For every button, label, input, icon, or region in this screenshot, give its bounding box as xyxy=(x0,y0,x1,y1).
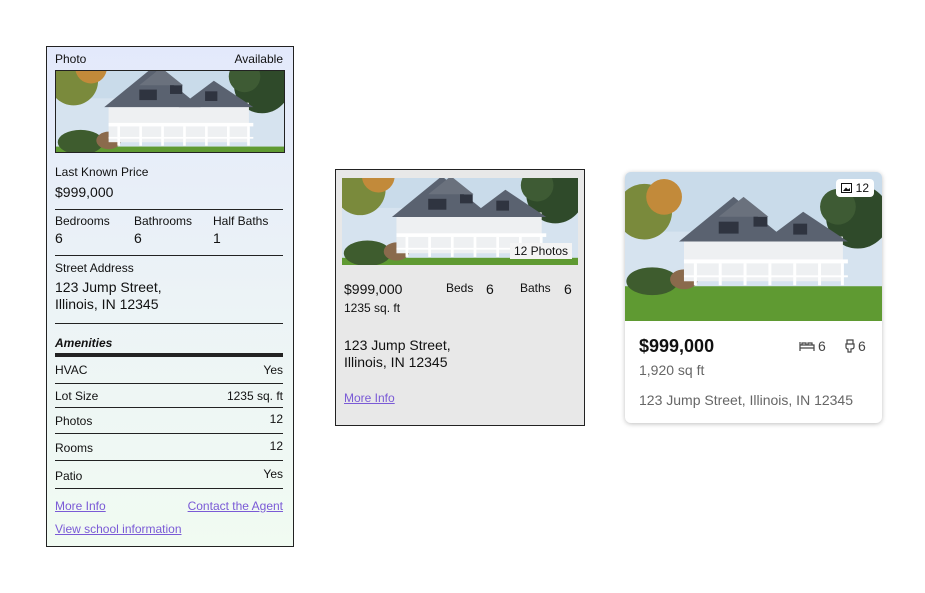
half-baths-label: Half Baths xyxy=(213,214,269,228)
school-info-link[interactable]: View school information xyxy=(55,522,182,536)
beds-label: Beds xyxy=(446,281,474,295)
amenity-row: HVAC Yes xyxy=(55,363,283,377)
baths-label: Baths xyxy=(520,281,551,295)
house-image xyxy=(56,71,284,152)
divider xyxy=(55,323,283,324)
property-summary-card: 12 Photos $999,000 1235 sq. ft Beds 6 Ba… xyxy=(335,169,585,426)
bed-icon xyxy=(799,342,815,351)
amenity-row: Lot Size 1235 sq. ft xyxy=(55,389,283,403)
amenity-row: Rooms 12 xyxy=(55,439,283,455)
amenity-label: HVAC xyxy=(55,363,88,377)
amenity-label: Photos xyxy=(55,414,93,428)
address-label: Street Address xyxy=(55,261,134,275)
beds-info: 6 xyxy=(799,338,826,354)
property-photo[interactable] xyxy=(55,70,285,153)
bathrooms-block: Bathrooms 6 xyxy=(134,214,192,246)
photo-header: Photo Available xyxy=(55,52,283,66)
amenity-row: Patio Yes xyxy=(55,467,283,483)
half-baths-value: 1 xyxy=(213,230,221,246)
amenity-row: Photos 12 xyxy=(55,412,283,428)
divider xyxy=(55,209,283,210)
baths-value: 6 xyxy=(858,338,866,354)
divider xyxy=(55,407,283,408)
price-value: $999,000 xyxy=(55,184,114,200)
bedrooms-value: 6 xyxy=(55,230,63,246)
bathrooms-label: Bathrooms xyxy=(134,214,193,228)
amenities-heading: Amenities xyxy=(55,336,113,350)
more-info-link[interactable]: More Info xyxy=(55,499,106,513)
divider xyxy=(55,460,283,461)
bathrooms-value: 6 xyxy=(134,230,142,246)
image-icon xyxy=(840,183,852,193)
amenity-value: Yes xyxy=(263,363,283,377)
sqft-value: 1235 sq. ft xyxy=(344,301,401,315)
property-photo[interactable]: 12 xyxy=(625,172,882,321)
bedrooms-label: Bedrooms xyxy=(55,214,110,228)
property-detail-card: Photo Available Last Known Price $999,00… xyxy=(46,46,294,547)
more-info-link[interactable]: More Info xyxy=(344,391,395,405)
address-line2: Illinois, IN 12345 xyxy=(55,296,159,312)
address: 123 Jump Street, Illinois, IN 12345 xyxy=(639,392,854,408)
baths-info: 6 xyxy=(845,338,866,354)
address-line2: Illinois, IN 12345 xyxy=(344,354,448,370)
beds-value: 6 xyxy=(486,281,494,297)
price-value: $999,000 xyxy=(639,336,715,356)
divider xyxy=(55,383,283,384)
photo-status: Available xyxy=(234,52,283,66)
price-value: $999,000 xyxy=(344,281,403,297)
photo-count: 12 xyxy=(855,181,869,195)
amenity-value: Yes xyxy=(263,467,283,481)
amenity-label: Rooms xyxy=(55,441,94,455)
divider xyxy=(55,433,283,434)
divider xyxy=(55,488,283,489)
property-listing-card[interactable]: 12 $999,000 1,920 sq ft 6 6 123 Jump Str… xyxy=(625,172,882,423)
divider xyxy=(55,255,283,256)
photo-count-badge[interactable]: 12 xyxy=(835,179,874,197)
toilet-icon xyxy=(845,339,855,353)
address-line1: 123 Jump Street, xyxy=(344,337,451,353)
amenity-value: 1235 sq. ft xyxy=(226,389,283,403)
half-baths-block: Half Baths 1 xyxy=(213,214,268,246)
photos-badge[interactable]: 12 Photos xyxy=(509,243,572,259)
bedrooms-block: Bedrooms 6 xyxy=(55,214,110,246)
amenity-label: Lot Size xyxy=(55,389,99,403)
photo-label: Photo xyxy=(55,52,87,66)
beds-value: 6 xyxy=(818,338,826,354)
sqft-value: 1,920 sq ft xyxy=(639,362,705,378)
thick-divider xyxy=(55,353,283,357)
property-photo[interactable]: 12 Photos xyxy=(342,178,578,265)
amenity-label: Patio xyxy=(55,469,83,483)
price-label: Last Known Price xyxy=(55,165,149,179)
amenity-value: 12 xyxy=(269,439,283,453)
baths-value: 6 xyxy=(564,281,572,297)
address-line1: 123 Jump Street, xyxy=(55,279,162,295)
amenity-value: 12 xyxy=(269,412,283,426)
contact-agent-link[interactable]: Contact the Agent xyxy=(188,499,283,513)
